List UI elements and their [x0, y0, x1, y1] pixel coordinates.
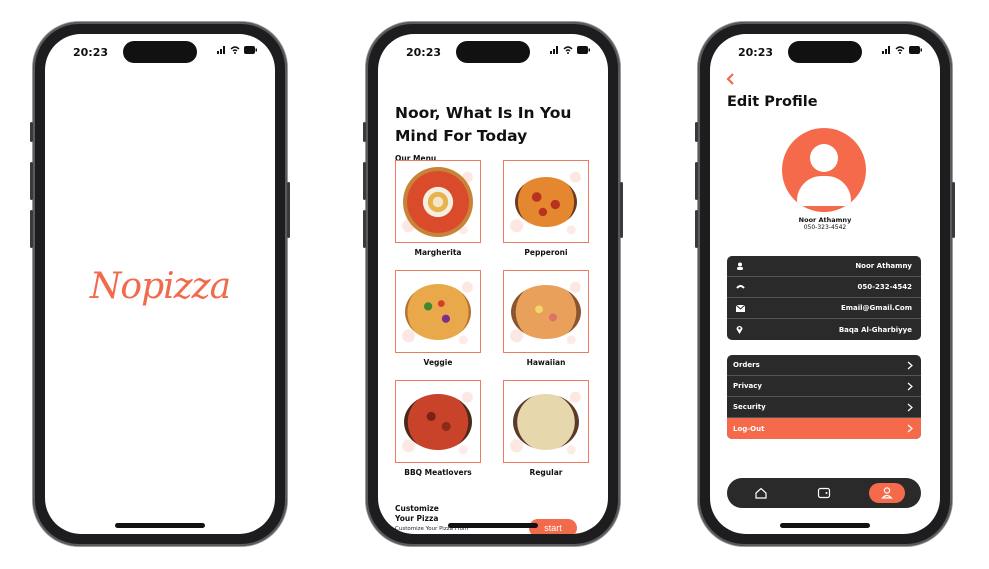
battery-icon: [244, 46, 257, 54]
phone-menu: 20:23 Noor, What Is In You Mind For Toda…: [363, 22, 623, 546]
info-value: Noor Athamny: [855, 262, 912, 270]
phone-icon: [736, 285, 745, 289]
chevron-right-icon: [907, 424, 913, 433]
menu-item-label: Orders: [733, 361, 760, 369]
info-value: 050-232-4542: [857, 283, 912, 291]
home-indicator[interactable]: [115, 523, 205, 528]
greeting-heading: Noor, What Is In You Mind For Today: [395, 104, 572, 145]
profile-screen: 20:23 Edit Profile Noor Athamny 050-323-…: [710, 34, 940, 534]
menu-item-label: Security: [733, 403, 766, 411]
dynamic-island: [456, 41, 530, 63]
app-logo: Nopizza: [89, 266, 231, 307]
status-time: 20:23: [73, 46, 109, 59]
mail-icon: [736, 304, 745, 312]
profile-info-panel: Noor Athamny 050-232-4542 Email@Gmail.Co…: [727, 256, 921, 340]
wallet-icon: [817, 487, 831, 499]
profile-menu: Orders Privacy Security Log-Out: [727, 355, 921, 439]
home-indicator[interactable]: [780, 523, 870, 528]
wifi-icon: [563, 46, 573, 54]
phone-profile: 20:23 Edit Profile Noor Athamny 050-323-…: [695, 22, 955, 546]
pizza-image: [515, 176, 577, 227]
wifi-icon: [895, 46, 905, 54]
menu-item-security[interactable]: Security: [727, 397, 921, 418]
status-time: 20:23: [738, 46, 774, 59]
location-icon: [736, 326, 743, 334]
back-button[interactable]: [726, 70, 736, 89]
home-icon: [755, 487, 767, 499]
pizza-name: Regular: [529, 468, 563, 477]
pizza-card-margherita[interactable]: [395, 160, 481, 243]
tab-wallet[interactable]: [806, 483, 842, 503]
profile-icon: [881, 487, 893, 499]
pizza-image: [513, 393, 579, 450]
pizza-card-pepperoni[interactable]: [503, 160, 589, 243]
signal-icon: [550, 46, 558, 54]
dynamic-island: [123, 41, 197, 63]
info-row-email[interactable]: Email@Gmail.Com: [727, 298, 921, 319]
status-icons: [550, 46, 590, 54]
menu-item-logout[interactable]: Log-Out: [727, 418, 921, 439]
pizza-name: Pepperoni: [524, 248, 568, 257]
signal-icon: [882, 46, 890, 54]
chevron-right-icon: [907, 403, 913, 411]
pizza-image: [405, 283, 471, 340]
pizza-name: Margherita: [414, 248, 462, 257]
battery-icon: [909, 46, 922, 54]
profile-name: Noor Athamny: [798, 216, 852, 224]
wifi-icon: [230, 46, 240, 54]
status-icons: [217, 46, 257, 54]
menu-item-label: Log-Out: [733, 424, 765, 433]
dynamic-island: [788, 41, 862, 63]
page-title: Edit Profile: [727, 94, 818, 110]
profile-phone: 050-323-4542: [803, 224, 847, 231]
tab-profile[interactable]: [869, 483, 905, 503]
status-time: 20:23: [406, 46, 442, 59]
info-row-name[interactable]: Noor Athamny: [727, 256, 921, 277]
status-icons: [882, 46, 922, 54]
splash-screen: 20:23 Nopizza: [45, 34, 275, 534]
info-row-phone[interactable]: 050-232-4542: [727, 277, 921, 298]
pizza-card-bbq-meatlovers[interactable]: [395, 380, 481, 463]
pizza-name: Veggie: [423, 358, 453, 367]
customize-title: Customize Your Pizza: [395, 504, 439, 523]
menu-item-privacy[interactable]: Privacy: [727, 376, 921, 397]
pizza-image: [404, 393, 472, 450]
info-value: Email@Gmail.Com: [840, 304, 912, 312]
phone-splash: 20:23 Nopizza: [30, 22, 290, 546]
pizza-image: [403, 166, 473, 237]
chevron-right-icon: [907, 361, 913, 369]
pizza-card-regular[interactable]: [503, 380, 589, 463]
info-value: Baqa Al-Gharbiyye: [838, 325, 912, 334]
pizza-name: Hawaiian: [526, 358, 566, 367]
tab-home[interactable]: [743, 483, 779, 503]
battery-icon: [577, 46, 590, 54]
pizza-card-hawaiian[interactable]: [503, 270, 589, 353]
pizza-card-veggie[interactable]: [395, 270, 481, 353]
info-row-location[interactable]: Baqa Al-Gharbiyye: [727, 319, 921, 340]
signal-icon: [217, 46, 225, 54]
home-indicator[interactable]: [448, 523, 538, 528]
menu-item-label: Privacy: [733, 382, 762, 390]
chevron-left-icon: [726, 73, 734, 85]
menu-screen: 20:23 Noor, What Is In You Mind For Toda…: [378, 34, 608, 534]
avatar[interactable]: [782, 128, 866, 212]
pizza-image: [511, 284, 581, 339]
pizza-name: BBQ Meatlovers: [404, 468, 472, 477]
menu-item-orders[interactable]: Orders: [727, 355, 921, 376]
person-icon: [737, 262, 743, 270]
chevron-right-icon: [907, 382, 913, 390]
bottom-tab-bar: [727, 478, 921, 508]
